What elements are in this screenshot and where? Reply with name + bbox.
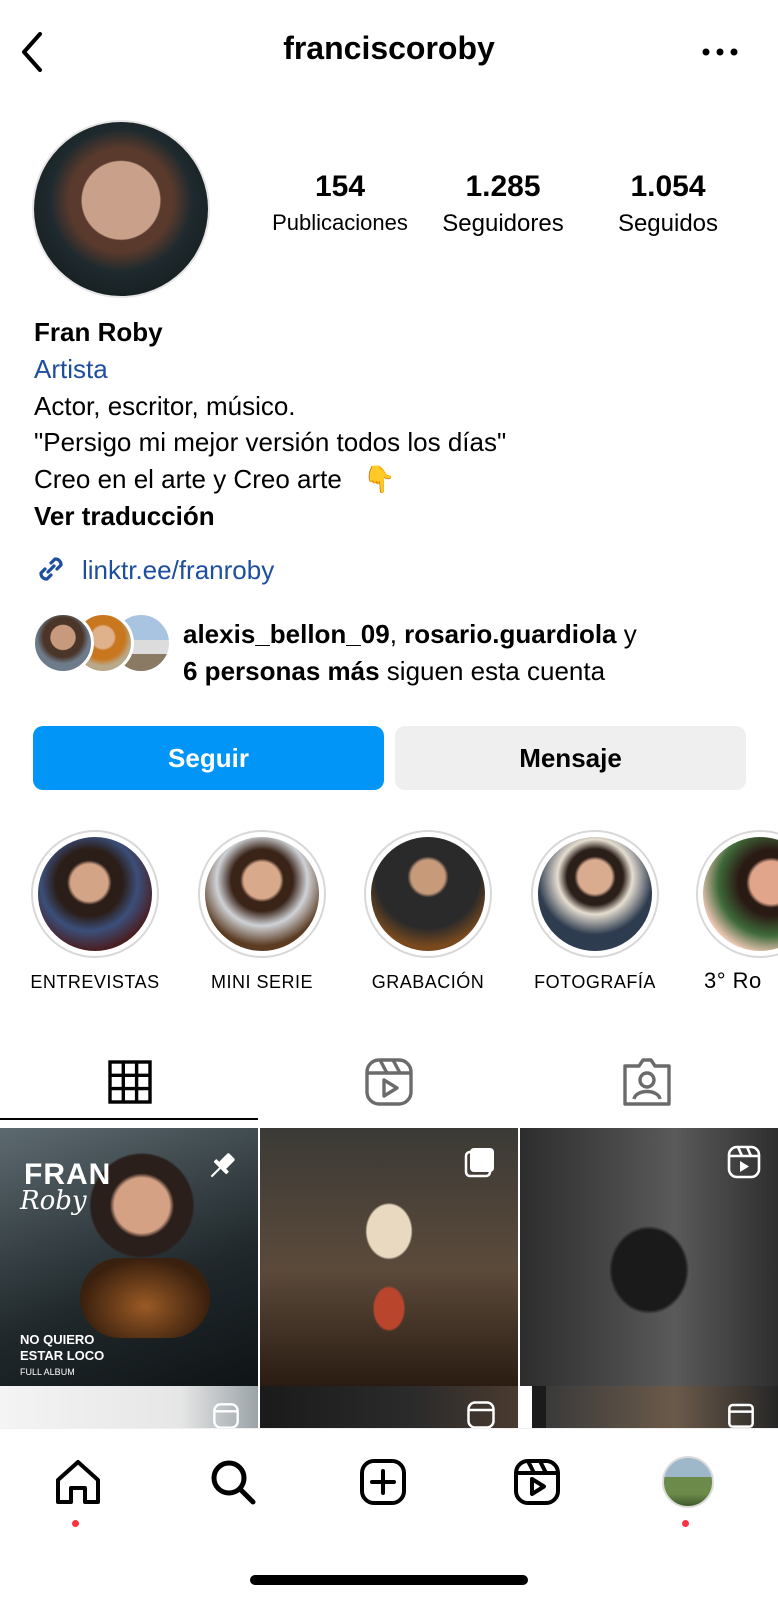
highlight-ring — [31, 830, 159, 958]
profile-avatar[interactable] — [34, 122, 208, 296]
highlight-fotografia[interactable]: FOTOGRAFÍA — [530, 830, 660, 993]
highlight-grabacion[interactable]: GRABACIÓN — [363, 830, 493, 993]
highlight-label: 3° Ro — [704, 968, 762, 993]
post-1[interactable]: FRAN Roby NO QUIERO ESTAR LOCO FULL ALBU… — [0, 1128, 258, 1386]
reels-nav-icon[interactable] — [509, 1454, 565, 1510]
highlight-cover — [38, 837, 152, 951]
highlight-entrevistas[interactable]: ENTREVISTAS — [30, 830, 160, 993]
tagged-icon[interactable] — [617, 1052, 677, 1112]
profile-username: franciscoroby — [283, 30, 495, 66]
profile-notification-dot — [682, 1520, 689, 1527]
see-translation-link[interactable]: Ver traducción — [34, 498, 215, 535]
more-options-icon[interactable] — [700, 40, 740, 64]
post-3[interactable] — [520, 1128, 778, 1386]
highlight-label: GRABACIÓN — [371, 972, 485, 992]
following-label: Seguidos — [617, 210, 719, 237]
highlight-ring — [198, 830, 326, 958]
followed-by-separator: , — [389, 619, 405, 649]
profile-category[interactable]: Artista — [34, 351, 108, 388]
external-link[interactable]: linktr.ee/franroby — [82, 552, 274, 589]
home-notification-dot — [72, 1520, 79, 1527]
reels-badge-icon — [467, 1401, 495, 1428]
bio-line-2: "Persigo mi mejor versión todos los días… — [34, 427, 507, 457]
reels-badge-icon — [213, 1403, 239, 1428]
follower-name-2[interactable]: rosario.guardiola — [404, 619, 616, 649]
profile-nav-avatar[interactable] — [662, 1456, 714, 1508]
stat-followers[interactable]: 1.285 Seguidores — [428, 170, 578, 238]
highlight-cover — [371, 837, 485, 951]
post-2[interactable] — [260, 1128, 518, 1386]
bio-line-3-text: Creo en el arte y Creo arte — [34, 464, 342, 494]
pointing-down-emoji: 👇 — [363, 464, 396, 494]
highlight-label: FOTOGRAFÍA — [534, 972, 656, 992]
calendar-icon — [728, 1403, 754, 1428]
reels-tab-icon[interactable] — [359, 1052, 419, 1112]
post-1-subtitle: Roby — [20, 1186, 87, 1216]
pin-icon — [210, 1153, 235, 1178]
profile-name: Fran Roby — [34, 317, 163, 347]
follower-avatar-1 — [32, 612, 94, 674]
highlight-ring — [696, 830, 778, 958]
followers-label: Seguidores — [442, 210, 564, 237]
bio-line-1: Actor, escritor, músico. — [34, 391, 296, 421]
post-5[interactable] — [260, 1386, 518, 1428]
follower-name-1[interactable]: alexis_bellon_09 — [183, 619, 390, 649]
bio-line-3: Creo en el arte y Creo arte 👇 — [34, 461, 395, 498]
post-1-caption: NO QUIERO ESTAR LOCO FULL ALBUM — [20, 1332, 104, 1380]
home-icon[interactable] — [50, 1454, 106, 1510]
highlight-ring — [364, 830, 492, 958]
followed-by-rest: siguen esta cuenta — [379, 656, 606, 686]
active-tab-indicator — [0, 1118, 258, 1120]
post-6[interactable] — [520, 1386, 778, 1428]
followed-by-and: y — [616, 619, 637, 649]
followers-count: 1.285 — [465, 170, 541, 203]
highlight-cover — [703, 837, 778, 951]
guitar-shape — [80, 1258, 210, 1338]
create-post-icon[interactable] — [355, 1454, 411, 1510]
highlight-ring — [531, 830, 659, 958]
post-1-caption-line1: NO QUIERO — [20, 1332, 95, 1347]
followed-by-text[interactable]: alexis_bellon_09, rosario.guardiola y 6 … — [183, 616, 637, 690]
follow-button[interactable]: Seguir — [33, 726, 384, 790]
highlight-label: ENTREVISTAS — [30, 972, 160, 992]
highlight-label: MINI SERIE — [210, 972, 313, 992]
message-button[interactable]: Mensaje — [395, 726, 746, 790]
followed-by-others[interactable]: 6 personas más — [183, 656, 380, 686]
highlight-cover — [538, 837, 652, 951]
carousel-icon — [464, 1148, 494, 1178]
post-1-caption-line3: FULL ALBUM — [20, 1367, 75, 1377]
search-icon[interactable] — [205, 1454, 261, 1510]
posts-label: Publicaciones — [272, 210, 408, 235]
highlight-cover — [205, 837, 319, 951]
link-icon — [39, 557, 63, 581]
reels-badge-icon — [727, 1145, 761, 1179]
grid-icon[interactable] — [100, 1052, 160, 1112]
following-count: 1.054 — [630, 170, 706, 203]
posts-count: 154 — [314, 170, 366, 203]
stat-following[interactable]: 1.054 Seguidos — [598, 170, 738, 238]
stat-posts[interactable]: 154 Publicaciones — [266, 170, 414, 236]
highlight-mini-serie[interactable]: MINI SERIE — [197, 830, 327, 993]
post-4[interactable] — [0, 1386, 258, 1428]
post-1-caption-line2: ESTAR LOCO — [20, 1348, 105, 1363]
home-indicator — [250, 1575, 528, 1585]
highlight-partial[interactable]: 3° Ro — [696, 830, 778, 994]
